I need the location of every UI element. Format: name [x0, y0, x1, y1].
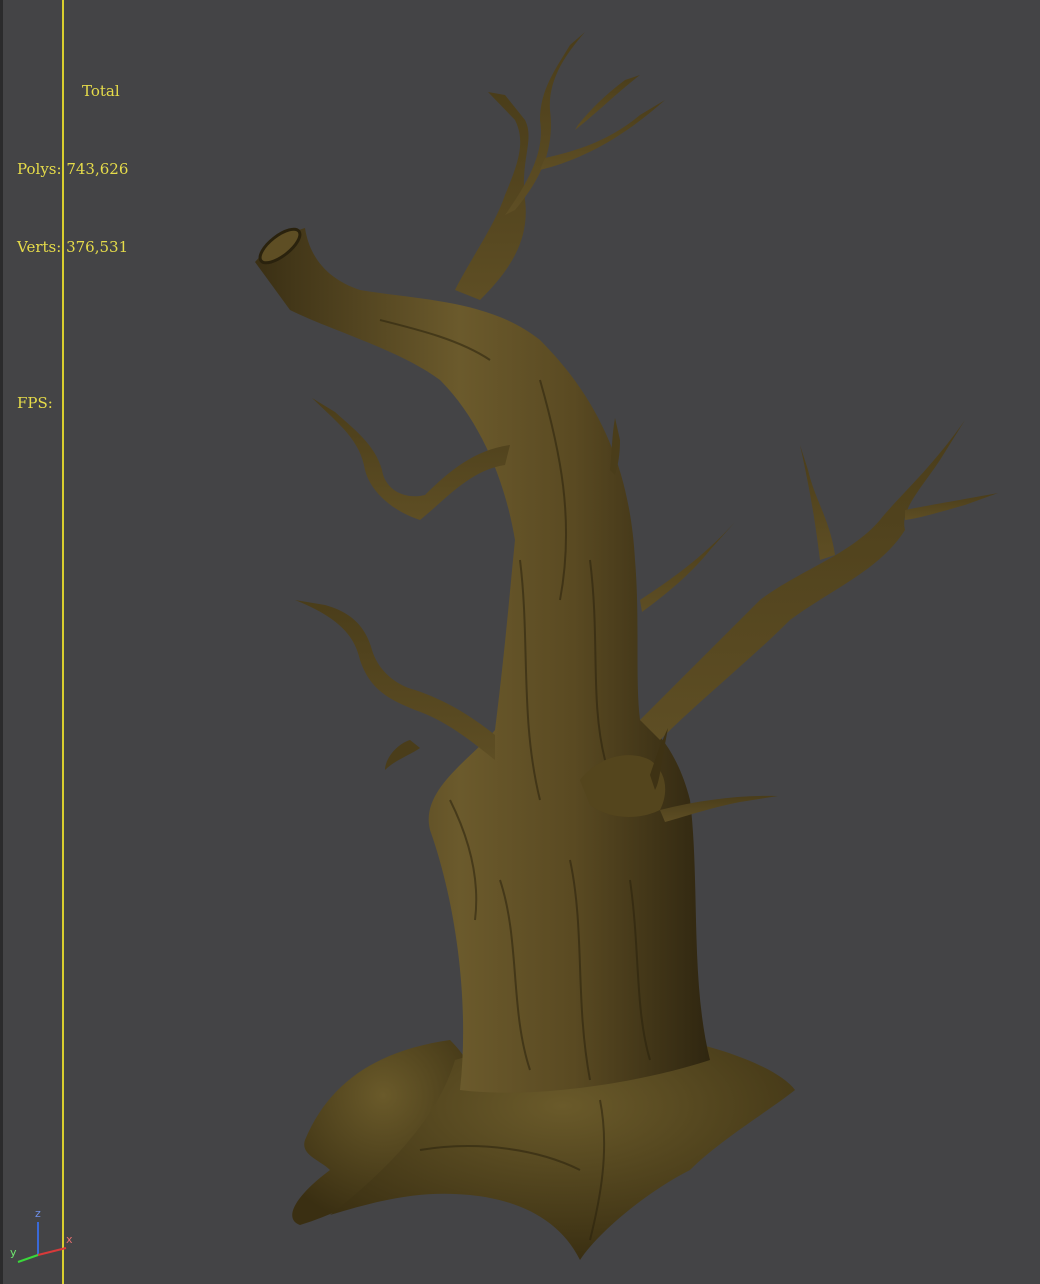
- trunk-spike-top: [610, 418, 620, 475]
- axis-label-z: z: [35, 1207, 41, 1220]
- stats-verts-label: Verts:: [17, 238, 62, 256]
- stats-verts-value: 376,531: [66, 238, 129, 256]
- branch-top-twig: [540, 100, 665, 170]
- branch-right-twig: [800, 445, 835, 560]
- dead-tree-model[interactable]: [0, 0, 1040, 1284]
- stats-polys-label: Polys:: [17, 160, 62, 178]
- stats-title: Total: [82, 82, 120, 100]
- stats-spacer: [17, 312, 128, 338]
- stats-fps-label: FPS:: [17, 394, 53, 412]
- 3d-viewport[interactable]: Total Polys: 743,626 Verts: 376,531 FPS:…: [0, 0, 1040, 1284]
- branch-top-twig-2: [575, 75, 640, 130]
- branch-left-lower-stub: [385, 740, 420, 770]
- tree-trunk: [255, 228, 710, 1093]
- stats-verts-row: Verts: 376,531: [17, 234, 128, 260]
- branch-top: [455, 92, 529, 300]
- branch-left-lower: [295, 600, 495, 760]
- axis-tripod-icon: z x y: [10, 1207, 73, 1263]
- branch-right: [640, 420, 965, 740]
- branch-right-spike: [640, 522, 735, 612]
- viewport-statistics: Total Polys: 743,626 Verts: 376,531 FPS:: [17, 26, 128, 468]
- branch-right-tip: [905, 493, 998, 520]
- axis-label-y: y: [10, 1246, 17, 1259]
- stats-polys-row: Polys: 743,626: [17, 156, 128, 182]
- axis-label-x: x: [66, 1233, 73, 1246]
- stats-polys-value: 743,626: [66, 160, 129, 178]
- stats-fps-row: FPS:: [17, 390, 128, 416]
